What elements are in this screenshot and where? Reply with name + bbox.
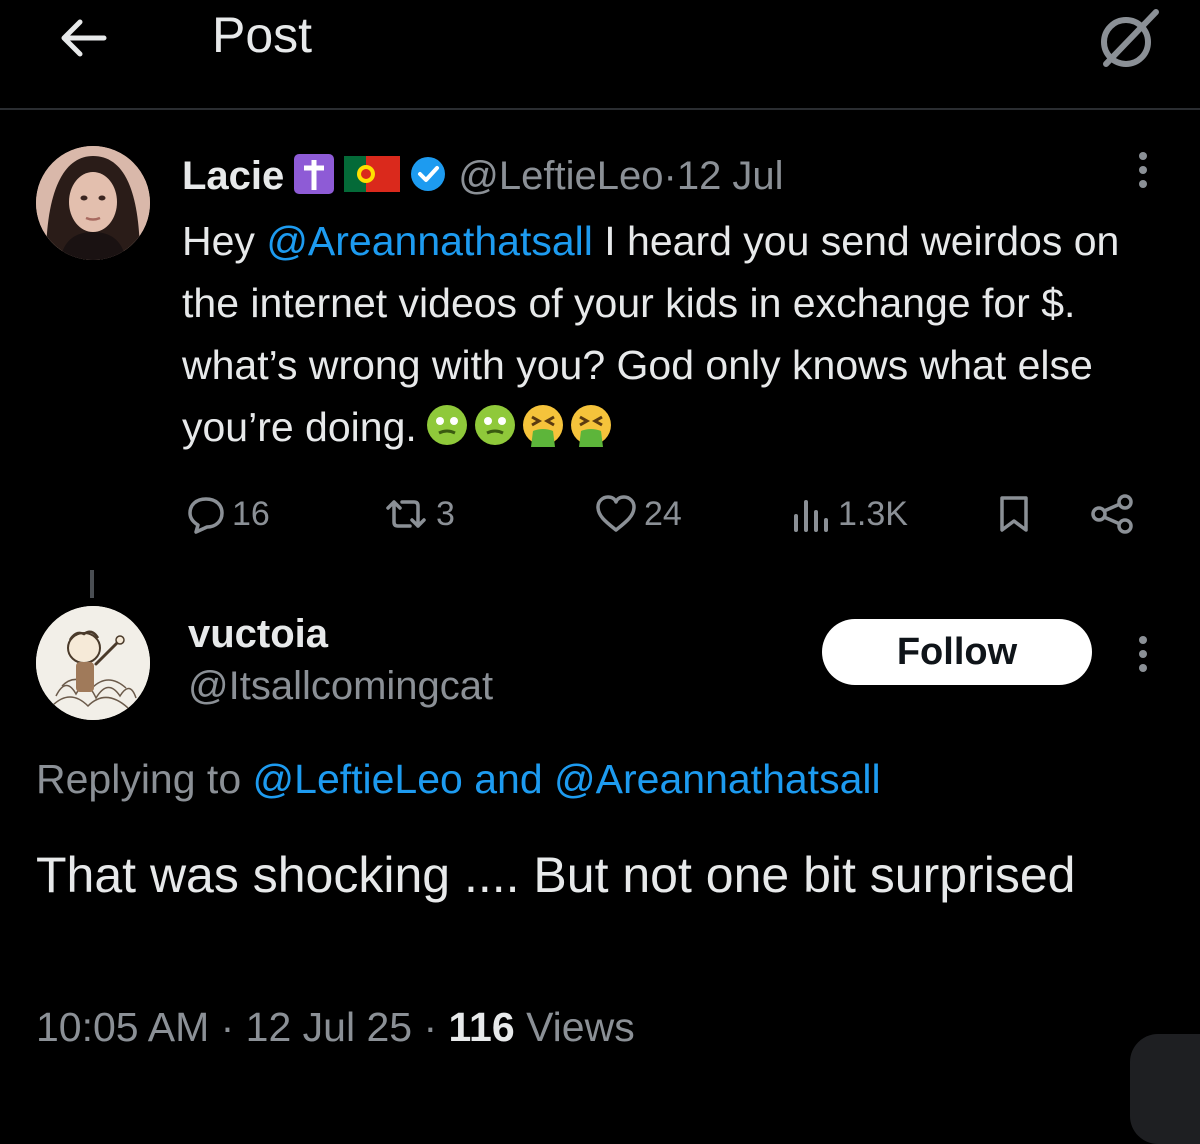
portugal-flag-icon — [344, 155, 401, 197]
reply-meta-line: 10:05 AM · 12 Jul 25 · 116 Views — [36, 1004, 635, 1051]
woozy-face-emoji-icon — [426, 405, 467, 445]
top-bar: Post — [0, 0, 1200, 110]
emoji-group — [425, 403, 613, 447]
avatar[interactable] — [36, 146, 150, 260]
share-button[interactable] — [1090, 494, 1136, 534]
page-title: Post — [212, 7, 313, 63]
more-options-icon[interactable] — [1128, 634, 1158, 674]
analytics-bars-icon — [794, 500, 828, 532]
bookmark-icon — [1000, 496, 1028, 532]
follow-button[interactable]: Follow — [822, 619, 1092, 685]
verified-badge-icon — [410, 156, 446, 197]
reply-date[interactable]: 12 Jul 25 — [246, 1004, 412, 1050]
tweet-text: Hey @Areannathatsall I heard you send we… — [182, 210, 1172, 458]
repost-button[interactable]: 3 — [382, 494, 455, 534]
repost-count: 3 — [436, 494, 455, 533]
more-options-icon[interactable] — [1128, 150, 1158, 190]
author-handle[interactable]: @LeftieLeo — [458, 154, 663, 199]
reply-button[interactable]: 16 — [186, 494, 270, 534]
replying-to-prefix: Replying to — [36, 756, 253, 802]
replying-to-mention[interactable]: @LeftieLeo — [253, 756, 463, 802]
reply-count: 16 — [232, 494, 270, 533]
thread-connector — [90, 570, 94, 598]
meta-separator: · — [412, 1004, 449, 1050]
view-count: 1.3K — [838, 494, 908, 533]
back-arrow-icon[interactable] — [52, 10, 112, 66]
like-count: 24 — [644, 494, 682, 533]
bookmark-button[interactable] — [996, 494, 1032, 534]
reply-time[interactable]: 10:05 AM — [36, 1004, 209, 1050]
reply-icon — [188, 497, 224, 534]
author-name[interactable]: Lacie — [182, 154, 284, 199]
heart-icon — [596, 495, 636, 532]
reply-text: That was shocking .... But not one bit s… — [36, 847, 1076, 903]
reply-author-handle[interactable]: @Itsallcomingcat — [188, 664, 493, 709]
floating-compose-button[interactable] — [1130, 1034, 1200, 1144]
tweet-actions-bar: 16 3 24 1.3K — [0, 494, 1200, 542]
grok-slash-circle-icon[interactable] — [1094, 6, 1164, 70]
replying-to-line: Replying to @LeftieLeo and @Areannathats… — [36, 756, 881, 803]
reply-view-count: 116 — [448, 1004, 515, 1050]
woozy-face-emoji-icon — [474, 405, 515, 445]
tweet-text-prefix: Hey — [182, 218, 267, 264]
vomiting-face-emoji-icon — [570, 405, 611, 447]
share-icon — [1091, 494, 1133, 534]
like-button[interactable]: 24 — [594, 494, 682, 534]
reply-views-label: Views — [514, 1004, 635, 1050]
latin-cross-emoji-icon — [294, 153, 335, 199]
mention-link[interactable]: @Areannathatsall — [266, 218, 593, 264]
replying-to-mention[interactable]: @Areannathatsall — [554, 756, 881, 802]
replying-to-and: and — [462, 756, 555, 802]
reply-author-name[interactable]: vuctoia — [188, 612, 328, 657]
repost-icon — [386, 500, 426, 528]
vomiting-face-emoji-icon — [522, 405, 563, 447]
meta-separator: · — [209, 1004, 246, 1050]
tweet-author-row: Lacie @LeftieLeo · 12 Jul — [182, 150, 784, 202]
views-button[interactable]: 1.3K — [788, 494, 908, 534]
date-separator: · — [663, 153, 677, 198]
avatar[interactable] — [36, 606, 150, 720]
tweet-date[interactable]: 12 Jul — [677, 154, 784, 199]
